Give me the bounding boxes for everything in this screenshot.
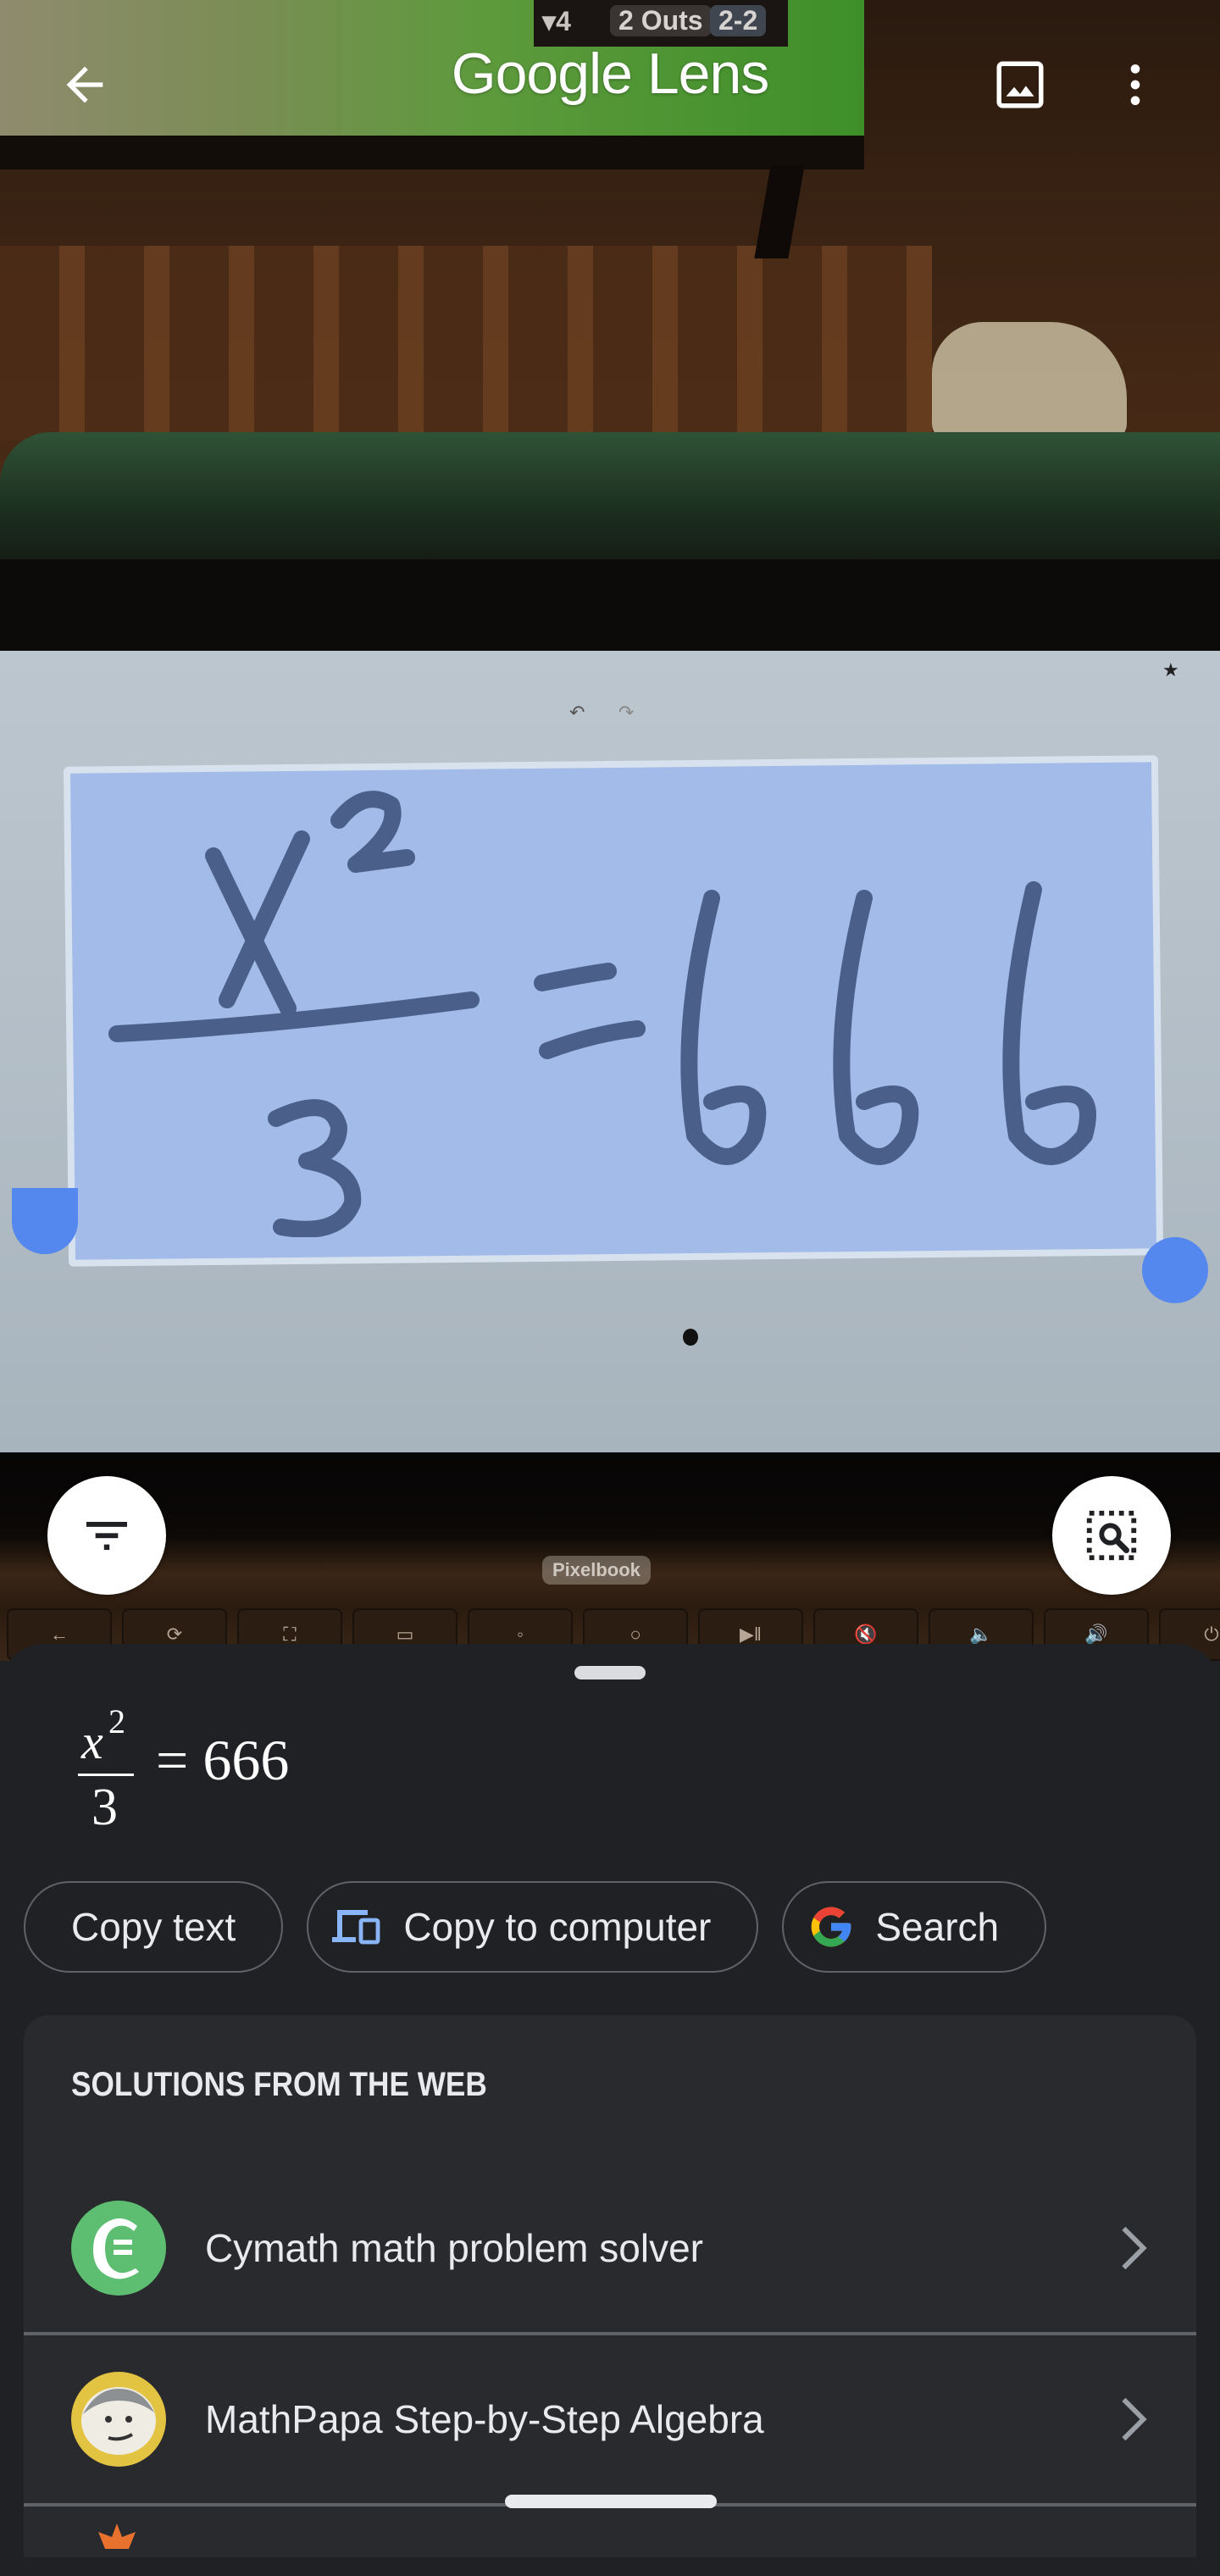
- tv-bezel: [0, 136, 864, 169]
- search-label: Search: [875, 1905, 1000, 1949]
- solution-item-mathpapa[interactable]: MathPapa Step-by-Step Algebra: [24, 2335, 1196, 2503]
- mathpapa-logo-icon: [71, 2372, 166, 2467]
- scoreboard-inning: ▾4: [542, 6, 571, 36]
- selection-handle-bottom-right[interactable]: [1142, 1237, 1208, 1303]
- sheet-bottom: [0, 2557, 1220, 2576]
- partial-result-icon: [98, 2523, 136, 2549]
- gesture-navigation-handle[interactable]: [505, 2495, 717, 2508]
- solution-item-label: Cymath math problem solver: [205, 2226, 703, 2270]
- google-g-icon: [807, 1903, 855, 1951]
- scoreboard-count: 2-2: [710, 5, 767, 36]
- formula-rhs: = 666: [156, 1728, 290, 1792]
- solutions-heading: SOLUTIONS FROM THE WEB: [71, 2066, 487, 2103]
- more-options-button[interactable]: [1101, 51, 1169, 119]
- shoe-background: [932, 322, 1127, 441]
- devices-icon: [332, 1907, 383, 1947]
- copy-to-computer-button[interactable]: Copy to computer: [307, 1881, 759, 1973]
- undo-icon: ↶: [569, 702, 585, 723]
- screen-webcam-dot: [683, 1329, 698, 1346]
- formula-exponent: 2: [108, 1702, 125, 1740]
- camera-viewfinder[interactable]: ▾4 2 Outs 2-2 ↶ ↷ ★ Pixelbook ← ⟳ ⛶ ▭ ◦: [0, 0, 1220, 1661]
- cymath-logo-icon: [71, 2201, 166, 2296]
- filter-icon: [86, 1522, 127, 1551]
- solutions-card: SOLUTIONS FROM THE WEB Cymath math probl…: [24, 2015, 1196, 2557]
- laptop-brand-label: Pixelbook: [542, 1556, 651, 1585]
- tv-stand: [754, 165, 805, 258]
- results-bottom-sheet: x 2 3 = 666 Copy text Copy to computer S…: [0, 1644, 1220, 2576]
- chevron-right-icon: [1117, 2394, 1151, 2445]
- laptop-lid-edge: [0, 559, 1220, 652]
- solution-item-cymath[interactable]: Cymath math problem solver: [24, 2164, 1196, 2332]
- top-app-bar: Google Lens: [0, 34, 1220, 136]
- fraction-bar: [78, 1774, 134, 1776]
- image-gallery-icon: [996, 61, 1044, 108]
- handwritten-equation: [108, 791, 1096, 1237]
- formula-numerator: x: [81, 1714, 103, 1769]
- action-chips: Copy text Copy to computer Search: [24, 1881, 1047, 1973]
- search-button[interactable]: Search: [782, 1881, 1047, 1973]
- copy-to-computer-label: Copy to computer: [403, 1905, 712, 1949]
- search-region-button[interactable]: [1052, 1476, 1171, 1595]
- search-region-icon: [1086, 1510, 1137, 1561]
- couch-background: [0, 432, 1220, 568]
- chevron-right-icon: [1117, 2223, 1151, 2273]
- formula-denominator: 3: [92, 1779, 118, 1836]
- sheet-drag-handle[interactable]: [574, 1666, 646, 1679]
- more-vert-icon: [1130, 64, 1140, 105]
- redo-icon: ↷: [618, 702, 635, 723]
- pin-icon: ★: [1162, 659, 1179, 680]
- solution-item-label: MathPapa Step-by-Step Algebra: [205, 2397, 764, 2441]
- gallery-button[interactable]: [986, 51, 1054, 119]
- copy-text-label: Copy text: [71, 1905, 236, 1949]
- filter-button[interactable]: [47, 1476, 166, 1595]
- copy-text-button[interactable]: Copy text: [24, 1881, 284, 1973]
- selection-handle-bottom-left[interactable]: [12, 1188, 78, 1254]
- scoreboard-outs: 2 Outs: [610, 5, 712, 36]
- wall-background: [0, 246, 932, 441]
